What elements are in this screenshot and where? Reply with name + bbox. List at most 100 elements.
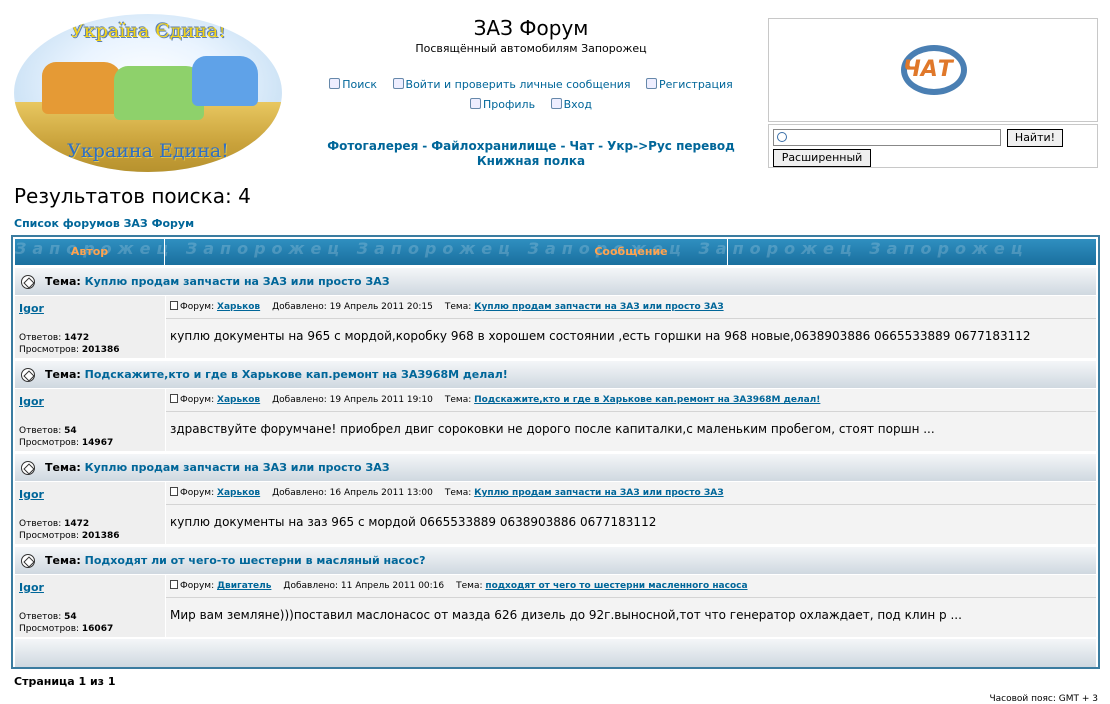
message-body: Мир вам земляне)))поставил маслонасос от… bbox=[170, 608, 962, 622]
nav-login-messages-link[interactable]: Войти и проверить личные сообщения bbox=[392, 78, 631, 91]
post-date: 16 Апрель 2011 13:00 bbox=[329, 488, 433, 498]
profile-icon bbox=[470, 98, 482, 109]
post-date: 11 Апрель 2011 00:16 bbox=[340, 581, 445, 591]
link-bookshelf[interactable]: Книжная полка bbox=[477, 154, 585, 168]
pagination: Страница 1 из 1 bbox=[14, 675, 116, 688]
post-row: Igor Ответов: 1472 Просмотров: 201386 Фор… bbox=[15, 296, 1096, 358]
login-icon bbox=[550, 98, 562, 109]
topic-icon bbox=[21, 368, 35, 382]
search-input[interactable] bbox=[773, 129, 1001, 146]
topic-icon bbox=[21, 275, 35, 289]
logo-slogan-top: Україна Єдина! bbox=[70, 20, 226, 42]
author-cell: Igor Ответов: 54 Просмотров: 14967 bbox=[15, 389, 165, 451]
topic-label: Тема: Куплю продам запчасти на ЗАЗ или п… bbox=[45, 461, 390, 474]
link-chat[interactable]: Чат bbox=[569, 139, 594, 153]
header-links: Фотогалерея - Файлохранилище - Чат - Укр->Рус … bbox=[300, 139, 762, 169]
forum-link[interactable]: Харьков bbox=[217, 488, 260, 498]
nav-register-link[interactable]: Регистрация bbox=[646, 78, 733, 91]
message-header: Форум: Харьков Добавлено: 19 Апрель 2011 … bbox=[166, 296, 1096, 319]
logo-slogan-bottom: Украина Едина! bbox=[67, 140, 229, 162]
search-icon bbox=[329, 78, 341, 89]
post-row: Igor Ответов: 54 Просмотров: 16067 Форум:… bbox=[15, 575, 1096, 637]
page-title: Результатов поиска: 4 bbox=[14, 184, 251, 208]
forum-link[interactable]: Харьков bbox=[217, 395, 260, 405]
message-header: Форум: Двигатель Добавлено: 11 Апрель 201… bbox=[166, 575, 1096, 598]
timezone-label: Часовой пояс: GMT + 3 bbox=[989, 694, 1098, 704]
post-icon bbox=[170, 487, 178, 496]
nav-login-link[interactable]: Вход bbox=[550, 98, 592, 111]
message-cell: Форум: Харьков Добавлено: 19 Апрель 2011 … bbox=[166, 296, 1096, 358]
topic-row: Тема: Куплю продам запчасти на ЗАЗ или п… bbox=[15, 267, 1096, 295]
subject-link[interactable]: Подскажите,кто и где в Харькове кап.ремо… bbox=[474, 395, 820, 405]
register-icon bbox=[646, 78, 658, 89]
message-body: куплю документы на заз 965 с мордой 0665… bbox=[170, 515, 657, 529]
col-author-header: Автор bbox=[15, 239, 165, 265]
topic-row: Тема: Подскажите,кто и где в Харькове ка… bbox=[15, 360, 1096, 388]
link-separator: - bbox=[598, 139, 604, 153]
link-separator: - bbox=[422, 139, 428, 153]
topic-link[interactable]: Куплю продам запчасти на ЗАЗ или просто … bbox=[85, 275, 390, 288]
author-stats: Ответов: 54 Просмотров: 16067 bbox=[19, 612, 114, 634]
author-link[interactable]: Igor bbox=[19, 581, 44, 594]
table-footer bbox=[15, 639, 1096, 667]
message-cell: Форум: Харьков Добавлено: 16 Апрель 2011 … bbox=[166, 482, 1096, 544]
header-divider bbox=[727, 239, 728, 265]
author-stats: Ответов: 1472 Просмотров: 201386 bbox=[19, 519, 120, 541]
author-cell: Igor Ответов: 1472 Просмотров: 201386 bbox=[15, 482, 165, 544]
logo-car-orange bbox=[42, 62, 122, 114]
logo-car-green bbox=[114, 66, 204, 120]
site-description: Посвящённый автомобилям Запорожец bbox=[415, 42, 647, 55]
nav-search-link[interactable]: Поиск bbox=[329, 78, 377, 91]
subject-link[interactable]: Куплю продам запчасти на ЗАЗ или просто … bbox=[474, 488, 723, 498]
link-filestorage[interactable]: Файлохранилище bbox=[431, 139, 556, 153]
topic-label: Тема: Подскажите,кто и где в Харькове ка… bbox=[45, 368, 508, 381]
message-header: Форум: Харьков Добавлено: 16 Апрель 2011 … bbox=[166, 482, 1096, 505]
topic-link[interactable]: Куплю продам запчасти на ЗАЗ или просто … bbox=[85, 461, 390, 474]
find-button[interactable]: Найти! bbox=[1007, 129, 1063, 147]
topic-icon bbox=[21, 554, 35, 568]
forum-link[interactable]: Двигатель bbox=[217, 581, 271, 591]
author-stats: Ответов: 54 Просмотров: 14967 bbox=[19, 426, 114, 448]
post-icon bbox=[170, 394, 178, 403]
search-panel: Найти! Расширенный bbox=[768, 124, 1098, 168]
messages-icon bbox=[392, 78, 404, 89]
topic-row: Тема: Куплю продам запчасти на ЗАЗ или п… bbox=[15, 453, 1096, 481]
link-translate[interactable]: Укр->Рус перевод bbox=[607, 139, 735, 153]
breadcrumb[interactable]: Список форумов ЗАЗ Форум bbox=[14, 217, 194, 230]
post-row: Igor Ответов: 54 Просмотров: 14967 Форум:… bbox=[15, 389, 1096, 451]
header-nav-primary: Поиск Войти и проверить личные сообщения… bbox=[300, 78, 762, 91]
chat-banner[interactable]: ЧАТ bbox=[768, 18, 1098, 122]
col-message-header: Сообщение bbox=[594, 245, 668, 258]
post-icon bbox=[170, 301, 178, 310]
logo-car-blue bbox=[192, 56, 258, 106]
subject-link[interactable]: Куплю продам запчасти на ЗАЗ или просто … bbox=[474, 302, 723, 312]
forum-link[interactable]: Харьков bbox=[217, 302, 260, 312]
topic-link[interactable]: Подскажите,кто и где в Харькове кап.ремо… bbox=[85, 368, 508, 381]
nav-profile-link[interactable]: Профиль bbox=[470, 98, 535, 111]
post-date: 19 Апрель 2011 20:15 bbox=[329, 302, 433, 312]
author-cell: Igor Ответов: 54 Просмотров: 16067 bbox=[15, 575, 165, 637]
site-logo[interactable]: Україна Єдина! Украина Едина! bbox=[14, 14, 282, 172]
link-separator: - bbox=[560, 139, 566, 153]
message-cell: Форум: Двигатель Добавлено: 11 Апрель 201… bbox=[166, 575, 1096, 637]
message-body: куплю документы на 965 с мордой,коробку … bbox=[170, 329, 1031, 343]
subject-link[interactable]: подходят от чего то шестерни масленного … bbox=[485, 581, 747, 591]
author-link[interactable]: Igor bbox=[19, 302, 44, 315]
post-row: Igor Ответов: 1472 Просмотров: 201386 Фор… bbox=[15, 482, 1096, 544]
message-cell: Форум: Харьков Добавлено: 19 Апрель 2011 … bbox=[166, 389, 1096, 451]
topic-label: Тема: Подходят ли от чего-то шестерни в … bbox=[45, 554, 426, 567]
post-date: 19 Апрель 2011 19:10 bbox=[329, 395, 433, 405]
topic-link[interactable]: Подходят ли от чего-то шестерни в маслян… bbox=[85, 554, 426, 567]
topic-row: Тема: Подходят ли от чего-то шестерни в … bbox=[15, 546, 1096, 574]
message-body: здравствуйте форумчане! приобрел двиг со… bbox=[170, 422, 935, 436]
search-icon bbox=[777, 132, 787, 142]
search-results-table: Запорожец Запорожец Запорожец Запорожец … bbox=[11, 235, 1100, 669]
advanced-search-button[interactable]: Расширенный bbox=[773, 149, 871, 167]
topic-label: Тема: Куплю продам запчасти на ЗАЗ или п… bbox=[45, 275, 390, 288]
author-link[interactable]: Igor bbox=[19, 395, 44, 408]
author-link[interactable]: Igor bbox=[19, 488, 44, 501]
link-photogallery[interactable]: Фотогалерея bbox=[327, 139, 418, 153]
site-title: ЗАЗ Форум bbox=[473, 16, 589, 40]
author-cell: Igor Ответов: 1472 Просмотров: 201386 bbox=[15, 296, 165, 358]
author-stats: Ответов: 1472 Просмотров: 201386 bbox=[19, 333, 120, 355]
